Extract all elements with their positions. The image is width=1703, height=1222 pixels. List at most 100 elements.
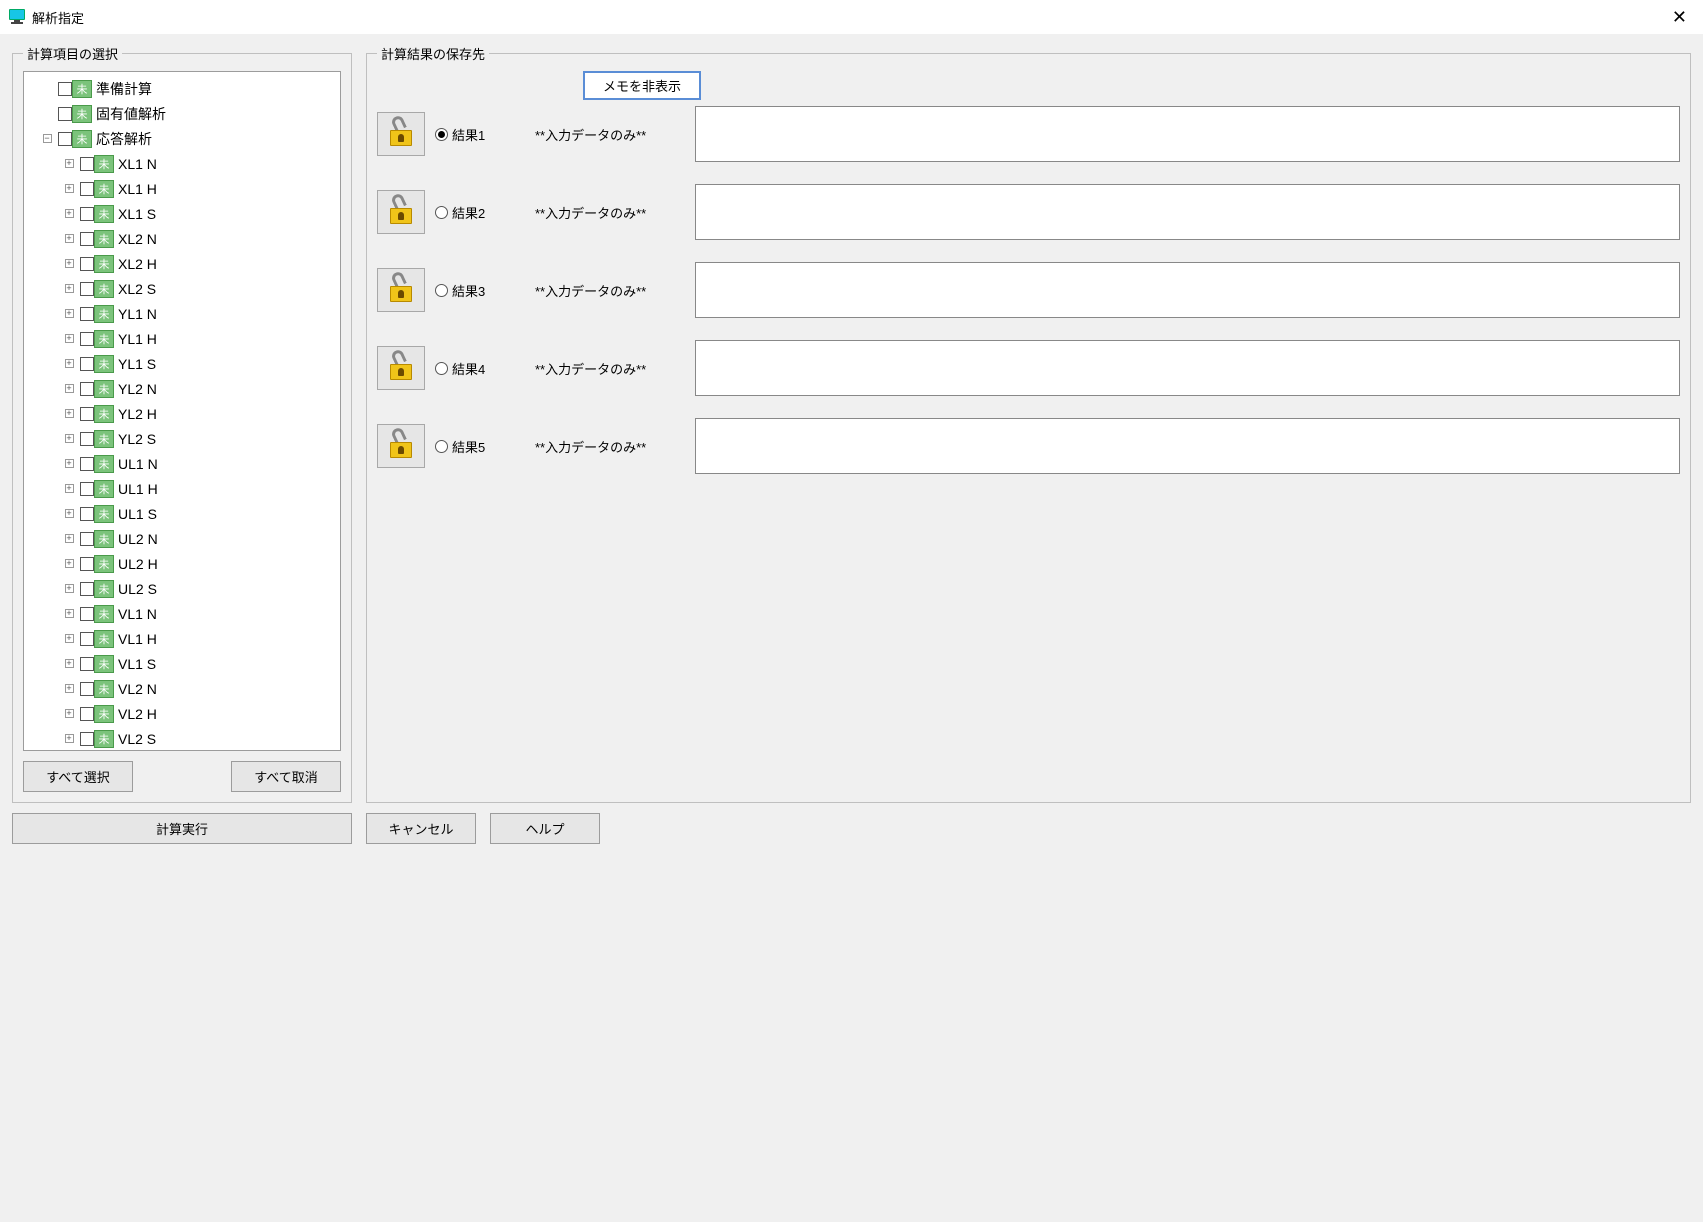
tree-node[interactable]: +未VL1 H	[27, 626, 337, 651]
tree-expander[interactable]: +	[59, 732, 79, 746]
tree-checkbox[interactable]	[58, 107, 72, 121]
tree-node[interactable]: +未XL2 S	[27, 276, 337, 301]
tree-expander[interactable]: +	[59, 632, 79, 646]
tree-checkbox[interactable]	[80, 182, 94, 196]
memo-input[interactable]	[695, 418, 1680, 474]
tree-node[interactable]: +未YL1 N	[27, 301, 337, 326]
tree-checkbox[interactable]	[80, 432, 94, 446]
lock-button[interactable]	[377, 424, 425, 468]
tree-checkbox[interactable]	[80, 407, 94, 421]
select-all-button[interactable]: すべて選択	[23, 761, 133, 792]
close-button[interactable]: ✕	[1666, 6, 1693, 28]
tree-node[interactable]: +未YL2 N	[27, 376, 337, 401]
tree-checkbox[interactable]	[80, 157, 94, 171]
tree-node[interactable]: +未VL2 N	[27, 676, 337, 701]
memo-input[interactable]	[695, 184, 1680, 240]
tree-checkbox[interactable]	[80, 607, 94, 621]
result-radio[interactable]: 結果4	[435, 359, 525, 378]
tree-expander[interactable]: +	[59, 357, 79, 371]
tree-checkbox[interactable]	[80, 232, 94, 246]
tree-expander[interactable]: +	[59, 232, 79, 246]
memo-input[interactable]	[695, 262, 1680, 318]
tree-checkbox[interactable]	[80, 532, 94, 546]
tree-expander[interactable]: +	[59, 432, 79, 446]
tree-node[interactable]: +未UL2 H	[27, 551, 337, 576]
tree-node[interactable]: +未UL2 S	[27, 576, 337, 601]
tree-checkbox[interactable]	[80, 632, 94, 646]
tree-expander[interactable]: +	[59, 457, 79, 471]
tree-expander[interactable]: +	[59, 282, 79, 296]
result-radio[interactable]: 結果2	[435, 203, 525, 222]
tree-expander[interactable]: −	[37, 132, 57, 146]
tree-expander[interactable]: +	[59, 382, 79, 396]
tree-checkbox[interactable]	[80, 332, 94, 346]
memo-input[interactable]	[695, 106, 1680, 162]
lock-button[interactable]	[377, 190, 425, 234]
tree-expander[interactable]: +	[59, 182, 79, 196]
tree-checkbox[interactable]	[80, 382, 94, 396]
tree-expander[interactable]: +	[59, 207, 79, 221]
tree-checkbox[interactable]	[80, 307, 94, 321]
tree-expander[interactable]: +	[59, 607, 79, 621]
result-radio[interactable]: 結果1	[435, 125, 525, 144]
tree-node[interactable]: +未YL1 H	[27, 326, 337, 351]
lock-button[interactable]	[377, 112, 425, 156]
tree-checkbox[interactable]	[58, 82, 72, 96]
tree-checkbox[interactable]	[80, 457, 94, 471]
tree-node[interactable]: +未XL2 N	[27, 226, 337, 251]
tree-node[interactable]: +未XL1 H	[27, 176, 337, 201]
tree-checkbox[interactable]	[80, 582, 94, 596]
tree-node[interactable]: +未VL1 S	[27, 651, 337, 676]
tree-checkbox[interactable]	[80, 707, 94, 721]
tree-node[interactable]: 未固有値解析	[27, 101, 337, 126]
tree-node[interactable]: +未VL2 S	[27, 726, 337, 751]
calc-item-tree[interactable]: 未準備計算未固有値解析−未応答解析+未XL1 N+未XL1 H+未XL1 S+未…	[23, 71, 341, 751]
tree-expander[interactable]: +	[59, 307, 79, 321]
tree-checkbox[interactable]	[80, 257, 94, 271]
tree-node[interactable]: +未UL1 N	[27, 451, 337, 476]
tree-expander[interactable]: +	[59, 507, 79, 521]
tree-checkbox[interactable]	[80, 732, 94, 746]
tree-node[interactable]: +未XL1 N	[27, 151, 337, 176]
tree-checkbox[interactable]	[80, 507, 94, 521]
tree-node[interactable]: +未YL2 S	[27, 426, 337, 451]
cancel-button[interactable]: キャンセル	[366, 813, 476, 844]
memo-input[interactable]	[695, 340, 1680, 396]
tree-expander[interactable]: +	[59, 657, 79, 671]
tree-node[interactable]: −未応答解析	[27, 126, 337, 151]
tree-checkbox[interactable]	[80, 482, 94, 496]
help-button[interactable]: ヘルプ	[490, 813, 600, 844]
tree-node[interactable]: 未準備計算	[27, 76, 337, 101]
tree-checkbox[interactable]	[80, 282, 94, 296]
tree-node[interactable]: +未XL2 H	[27, 251, 337, 276]
deselect-all-button[interactable]: すべて取消	[231, 761, 341, 792]
tree-expander[interactable]: +	[59, 157, 79, 171]
result-radio[interactable]: 結果5	[435, 437, 525, 456]
tree-expander[interactable]: +	[59, 557, 79, 571]
tree-expander[interactable]: +	[59, 582, 79, 596]
tree-checkbox[interactable]	[80, 207, 94, 221]
result-radio[interactable]: 結果3	[435, 281, 525, 300]
tree-expander[interactable]: +	[59, 482, 79, 496]
lock-button[interactable]	[377, 268, 425, 312]
tree-node[interactable]: +未VL2 H	[27, 701, 337, 726]
tree-node[interactable]: +未YL1 S	[27, 351, 337, 376]
tree-node[interactable]: +未VL1 N	[27, 601, 337, 626]
tree-node[interactable]: +未UL1 H	[27, 476, 337, 501]
run-button[interactable]: 計算実行	[12, 813, 352, 844]
tree-checkbox[interactable]	[80, 357, 94, 371]
tree-expander[interactable]: +	[59, 532, 79, 546]
hide-memo-button[interactable]: メモを非表示	[583, 71, 701, 100]
tree-expander[interactable]: +	[59, 332, 79, 346]
tree-expander[interactable]: +	[59, 682, 79, 696]
tree-checkbox[interactable]	[80, 657, 94, 671]
tree-expander[interactable]: +	[59, 407, 79, 421]
tree-node[interactable]: +未UL1 S	[27, 501, 337, 526]
tree-checkbox[interactable]	[58, 132, 72, 146]
tree-expander[interactable]: +	[59, 707, 79, 721]
tree-node[interactable]: +未UL2 N	[27, 526, 337, 551]
tree-node[interactable]: +未XL1 S	[27, 201, 337, 226]
tree-checkbox[interactable]	[80, 682, 94, 696]
tree-expander[interactable]: +	[59, 257, 79, 271]
tree-node[interactable]: +未YL2 H	[27, 401, 337, 426]
